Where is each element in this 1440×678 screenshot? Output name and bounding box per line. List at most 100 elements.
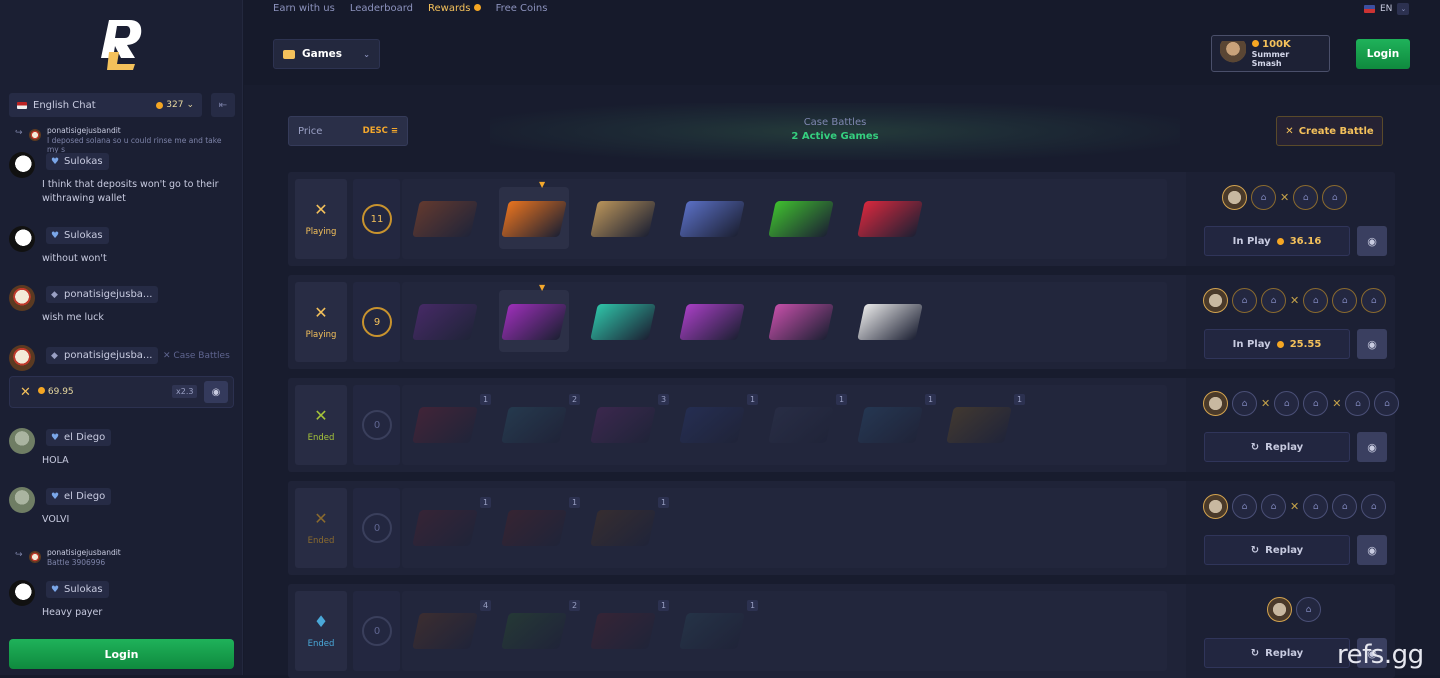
- nav-earn[interactable]: Earn with us: [273, 3, 335, 14]
- empty-slot-icon[interactable]: ⌂: [1303, 288, 1329, 313]
- player-avatar[interactable]: [1222, 185, 1247, 210]
- case-item[interactable]: 2: [499, 599, 581, 661]
- player-avatar[interactable]: [1203, 494, 1228, 519]
- case-item[interactable]: [677, 187, 747, 249]
- battle-row[interactable]: ♦ Ended 0 4 2 1 1 ⌂ ↻ Replay ◉: [288, 584, 1395, 678]
- round-number: 0: [362, 616, 392, 646]
- empty-slot-icon[interactable]: ⌂: [1303, 494, 1329, 519]
- chat-username[interactable]: ♥ Sulokas: [46, 153, 109, 170]
- eye-icon[interactable]: ◉: [1357, 535, 1387, 565]
- empty-slot-icon[interactable]: ⌂: [1261, 494, 1286, 519]
- case-item[interactable]: ▼: [499, 180, 569, 249]
- battle-row[interactable]: ✕ Ended 0 1 1 1 ⌂ ⌂ ✕ ⌂ ⌂ ⌂ ↻ Replay ◉: [288, 481, 1395, 575]
- shared-battle-card[interactable]: ✕ 69.95 x2.3 ◉: [9, 376, 234, 408]
- replay-button[interactable]: ↻ Replay: [1204, 638, 1350, 668]
- case-item[interactable]: [766, 187, 836, 249]
- case-item[interactable]: [855, 290, 925, 352]
- chat-login-button[interactable]: Login: [9, 639, 234, 669]
- case-item[interactable]: [588, 187, 658, 249]
- empty-slot-icon[interactable]: ⌂: [1332, 494, 1358, 519]
- chat-username[interactable]: ◆ ponatisigejusba...: [46, 347, 159, 364]
- avatar[interactable]: [9, 428, 35, 454]
- chat-username[interactable]: ♥ Sulokas: [46, 227, 109, 244]
- case-count-badge: 2: [569, 394, 581, 405]
- avatar[interactable]: [9, 580, 35, 606]
- sort-price-button[interactable]: Price DESC ≡: [288, 116, 408, 146]
- create-battle-button[interactable]: ✕ Create Battle: [1276, 116, 1383, 146]
- replay-button[interactable]: ↻ Replay: [1204, 432, 1350, 462]
- in-play-button[interactable]: In Play 36.16: [1204, 226, 1350, 256]
- eye-icon[interactable]: ◉: [1357, 329, 1387, 359]
- case-item[interactable]: 1: [588, 599, 670, 661]
- avatar[interactable]: [9, 226, 35, 252]
- empty-slot-icon[interactable]: ⌂: [1261, 288, 1286, 313]
- nav-leaderboard[interactable]: Leaderboard: [350, 3, 413, 14]
- promo-banner[interactable]: 100K Summer Smash: [1211, 35, 1330, 72]
- heart-icon: ♥: [51, 231, 60, 241]
- case-item[interactable]: 1: [410, 393, 492, 455]
- case-item[interactable]: 1: [766, 393, 848, 455]
- case-item[interactable]: [588, 290, 658, 352]
- case-item[interactable]: ▼: [499, 283, 569, 352]
- chat-username[interactable]: ♥ el Diego: [46, 429, 112, 446]
- language-select[interactable]: EN ⌄: [1364, 3, 1410, 15]
- chat-room-select[interactable]: English Chat 327 ⌄: [9, 93, 202, 117]
- empty-slot-icon[interactable]: ⌂: [1332, 288, 1358, 313]
- empty-slot-icon[interactable]: ⌂: [1361, 288, 1387, 313]
- player-avatar[interactable]: [1203, 288, 1228, 313]
- empty-slot-icon[interactable]: ⌂: [1296, 597, 1321, 622]
- empty-slot-icon[interactable]: ⌂: [1232, 288, 1257, 313]
- replay-button[interactable]: ↻ Replay: [1204, 535, 1350, 565]
- case-item[interactable]: 3: [588, 393, 670, 455]
- empty-slot-icon[interactable]: ⌂: [1251, 185, 1276, 210]
- case-item[interactable]: 2: [499, 393, 581, 455]
- player-avatar[interactable]: [1203, 391, 1228, 416]
- chat-username[interactable]: ◆ ponatisigejusba...: [46, 286, 159, 303]
- case-item[interactable]: 4: [410, 599, 492, 661]
- avatar[interactable]: [9, 285, 35, 311]
- empty-slot-icon[interactable]: ⌂: [1232, 494, 1257, 519]
- battle-row[interactable]: ✕ Playing 9 ▼ ⌂ ⌂ ✕ ⌂ ⌂ ⌂ In Play 25.55 ◉: [288, 275, 1395, 369]
- empty-slot-icon[interactable]: ⌂: [1345, 391, 1371, 416]
- case-image: [501, 407, 567, 443]
- eye-icon[interactable]: ◉: [204, 381, 228, 403]
- avatar[interactable]: [9, 487, 35, 513]
- nav-rewards[interactable]: Rewards: [428, 3, 481, 14]
- case-item[interactable]: 1: [499, 496, 581, 558]
- empty-slot-icon[interactable]: ⌂: [1303, 391, 1329, 416]
- case-item[interactable]: 1: [588, 496, 670, 558]
- avatar[interactable]: [9, 345, 35, 371]
- case-item[interactable]: [677, 290, 747, 352]
- case-item[interactable]: 1: [855, 393, 937, 455]
- empty-slot-icon[interactable]: ⌂: [1361, 494, 1387, 519]
- diamond-icon: ♦: [313, 612, 329, 631]
- case-item[interactable]: [766, 290, 836, 352]
- empty-slot-icon[interactable]: ⌂: [1374, 391, 1400, 416]
- case-item[interactable]: [855, 187, 925, 249]
- nav-free-coins[interactable]: Free Coins: [496, 3, 548, 14]
- eye-icon[interactable]: ◉: [1357, 432, 1387, 462]
- in-play-button[interactable]: In Play 25.55: [1204, 329, 1350, 359]
- empty-slot-icon[interactable]: ⌂: [1274, 391, 1300, 416]
- case-item[interactable]: 1: [677, 393, 759, 455]
- case-item[interactable]: 1: [944, 393, 1026, 455]
- player-avatar[interactable]: [1267, 597, 1292, 622]
- battle-info: ⌂ ⌂ ✕ ⌂ ⌂ ⌂ ↻ Replay ◉: [1186, 481, 1395, 575]
- eye-icon[interactable]: ◉: [1357, 226, 1387, 256]
- chat-username[interactable]: ♥ el Diego: [46, 488, 112, 505]
- case-item[interactable]: [410, 187, 480, 249]
- case-item[interactable]: 1: [677, 599, 759, 661]
- empty-slot-icon[interactable]: ⌂: [1293, 185, 1319, 210]
- games-dropdown[interactable]: Games ⌄: [273, 39, 380, 69]
- chat-username[interactable]: ♥ Sulokas: [46, 581, 109, 598]
- login-button[interactable]: Login: [1356, 39, 1410, 69]
- site-logo[interactable]: [95, 12, 151, 70]
- battle-row[interactable]: ✕ Ended 0 1 2 3 1 1 1 1 ⌂ ✕ ⌂ ⌂ ✕ ⌂ ⌂ ↻ Replay ◉: [288, 378, 1400, 472]
- empty-slot-icon[interactable]: ⌂: [1232, 391, 1257, 416]
- avatar[interactable]: [9, 152, 35, 178]
- case-item[interactable]: [410, 290, 480, 352]
- collapse-chat-button[interactable]: ⇤: [211, 93, 235, 117]
- empty-slot-icon[interactable]: ⌂: [1322, 185, 1348, 210]
- battle-row[interactable]: ✕ Playing 11 ▼ ⌂ ✕ ⌂ ⌂ In Play 36.16 ◉: [288, 172, 1395, 266]
- case-item[interactable]: 1: [410, 496, 492, 558]
